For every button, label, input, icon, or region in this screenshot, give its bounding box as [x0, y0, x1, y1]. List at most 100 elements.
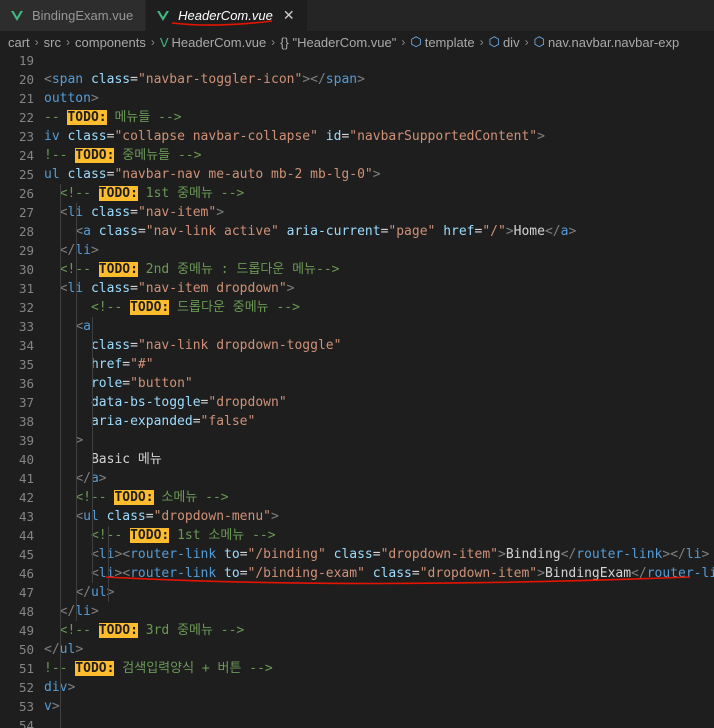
breadcrumb-item[interactable]: template [425, 35, 475, 50]
code-token: "page" [388, 224, 436, 239]
breadcrumb-item[interactable]: src [44, 35, 61, 50]
code-line[interactable]: 38 aria-expanded="false" [0, 412, 714, 431]
code-line[interactable]: 35 href="#" [0, 355, 714, 374]
vue-file-icon [11, 10, 23, 21]
code-editor[interactable]: 19 20 <span class="navbar-toggler-icon"></… [0, 53, 714, 728]
code-token: aria-expanded [90, 414, 193, 429]
tab-headercom[interactable]: HeaderCom.vue ✕ [146, 0, 308, 31]
code-token: = [192, 414, 201, 429]
code-token: = [239, 566, 248, 581]
code-token: > [90, 243, 99, 258]
code-line[interactable]: 26 <!-- TODO: 1st 중메뉴 --> [0, 184, 714, 203]
code-token: = [239, 547, 248, 562]
code-text: <!-- TODO: 1st 중메뉴 --> [44, 184, 244, 203]
code-token: 소메뉴 --> [153, 490, 229, 505]
code-token: href [90, 357, 123, 372]
code-line[interactable]: 24 !-- TODO: 중메뉴들 --> [0, 146, 714, 165]
code-line[interactable]: 22 -- TODO: 메뉴들 --> [0, 108, 714, 127]
code-text: <li><router-link to="/binding" class="dr… [44, 545, 709, 564]
code-token: li [685, 547, 702, 562]
code-line[interactable]: 50 </ul> [0, 640, 714, 659]
code-text: <!-- TODO: 드롭다운 중메뉴 --> [44, 298, 300, 317]
todo-highlight: TODO: [98, 186, 138, 201]
code-line[interactable]: 25 ul class="navbar-nav me-auto mb-2 mb-l… [0, 165, 714, 184]
code-line[interactable]: 29 </li> [0, 241, 714, 260]
code-token: <!-- [59, 262, 99, 277]
breadcrumb-item[interactable]: div [503, 35, 520, 50]
code-line[interactable]: 20 <span class="navbar-toggler-icon"></sp… [0, 70, 714, 89]
code-text: <a [44, 317, 91, 336]
todo-highlight: TODO: [114, 490, 154, 505]
code-line[interactable]: 36 role="button" [0, 374, 714, 393]
code-line[interactable]: 41 </a> [0, 469, 714, 488]
line-number: 53 [18, 699, 34, 714]
code-line[interactable]: 48 </li> [0, 602, 714, 621]
code-token: li [75, 243, 91, 258]
code-token: = [130, 72, 138, 87]
code-line[interactable]: 19 [0, 53, 714, 70]
code-line[interactable]: 30 <!-- TODO: 2nd 중메뉴 : 드롭다운 메뉴--> [0, 260, 714, 279]
code-text: <ul class="dropdown-menu"> [44, 507, 279, 526]
line-number: 35 [18, 357, 34, 372]
code-line[interactable]: 42 <!-- TODO: 소메뉴 --> [0, 488, 714, 507]
line-number: 34 [18, 338, 34, 353]
code-token: 드롭다운 중메뉴 --> [169, 300, 300, 315]
tab-bindingexam[interactable]: BindingExam.vue [0, 0, 147, 31]
todo-highlight: TODO: [75, 148, 115, 163]
code-token: "dropdown-item" [380, 547, 498, 562]
code-line[interactable]: 54 [0, 716, 714, 728]
code-token: > [90, 91, 99, 106]
code-line[interactable]: 31 <li class="nav-item dropdown"> [0, 279, 714, 298]
breadcrumb-item[interactable]: cart [8, 35, 30, 50]
code-token: > [216, 205, 225, 220]
code-token: router-link [130, 566, 217, 581]
code-text: outton> [44, 89, 99, 108]
code-line[interactable]: 43 <ul class="dropdown-menu"> [0, 507, 714, 526]
chevron-right-icon: › [66, 35, 71, 49]
code-token: span [325, 72, 358, 87]
breadcrumb-item[interactable]: components [75, 35, 146, 50]
code-token: > [67, 680, 76, 695]
code-line[interactable]: 21 outton> [0, 89, 714, 108]
code-token: id [317, 129, 342, 144]
code-token: aria-current [278, 224, 381, 239]
code-line[interactable]: 39 > [0, 431, 714, 450]
todo-highlight: TODO: [75, 661, 115, 676]
code-token: BindingExam [544, 566, 632, 581]
code-token: "nav-link active" [145, 224, 279, 239]
code-line[interactable]: 37 data-bs-toggle="dropdown" [0, 393, 714, 412]
code-token: <!-- [75, 490, 115, 505]
line-number: 52 [18, 680, 34, 695]
code-token: > [537, 566, 545, 581]
code-line[interactable]: 49 <!-- TODO: 3rd 중메뉴 --> [0, 621, 714, 640]
code-token: "navbar-nav me-auto mb-2 mb-lg-0" [114, 167, 373, 182]
code-line[interactable]: 52 div> [0, 678, 714, 697]
breadcrumb-item[interactable]: {} "HeaderCom.vue" [280, 35, 396, 50]
line-number: 51 [18, 661, 34, 676]
line-number: 20 [18, 72, 34, 87]
element-icon: ⬡ [488, 34, 500, 49]
line-number: 40 [18, 452, 34, 467]
code-line[interactable]: 53 v> [0, 697, 714, 716]
code-token: iv [44, 129, 60, 144]
breadcrumb: cart › src › components › V HeaderCom.vue › {… [0, 31, 714, 53]
code-text: </ul> [44, 640, 83, 659]
code-line[interactable]: 23 iv class="collapse navbar-collapse" id… [0, 127, 714, 146]
code-token: 검색입력양식 + 버튼 --> [114, 661, 273, 676]
code-line[interactable]: 51 !-- TODO: 검색입력양식 + 버튼 --> [0, 659, 714, 678]
code-line[interactable]: 34 class="nav-link dropdown-toggle" [0, 336, 714, 355]
code-line[interactable]: 28 <a class="nav-link active" aria-curre… [0, 222, 714, 241]
breadcrumb-item[interactable]: nav.navbar.navbar-exp [548, 35, 679, 50]
code-line[interactable]: 27 <li class="nav-item"> [0, 203, 714, 222]
code-line[interactable]: 32 <!-- TODO: 드롭다운 중메뉴 --> [0, 298, 714, 317]
code-line[interactable]: 33 <a [0, 317, 714, 336]
close-icon[interactable]: ✕ [283, 7, 295, 24]
code-token: li [98, 547, 115, 562]
breadcrumb-item[interactable]: HeaderCom.vue [172, 35, 267, 50]
todo-highlight: TODO: [98, 623, 138, 638]
line-number: 29 [18, 243, 34, 258]
code-line[interactable]: 40 Basic 메뉴 [0, 450, 714, 469]
code-token: "navbarSupportedContent" [349, 129, 538, 144]
